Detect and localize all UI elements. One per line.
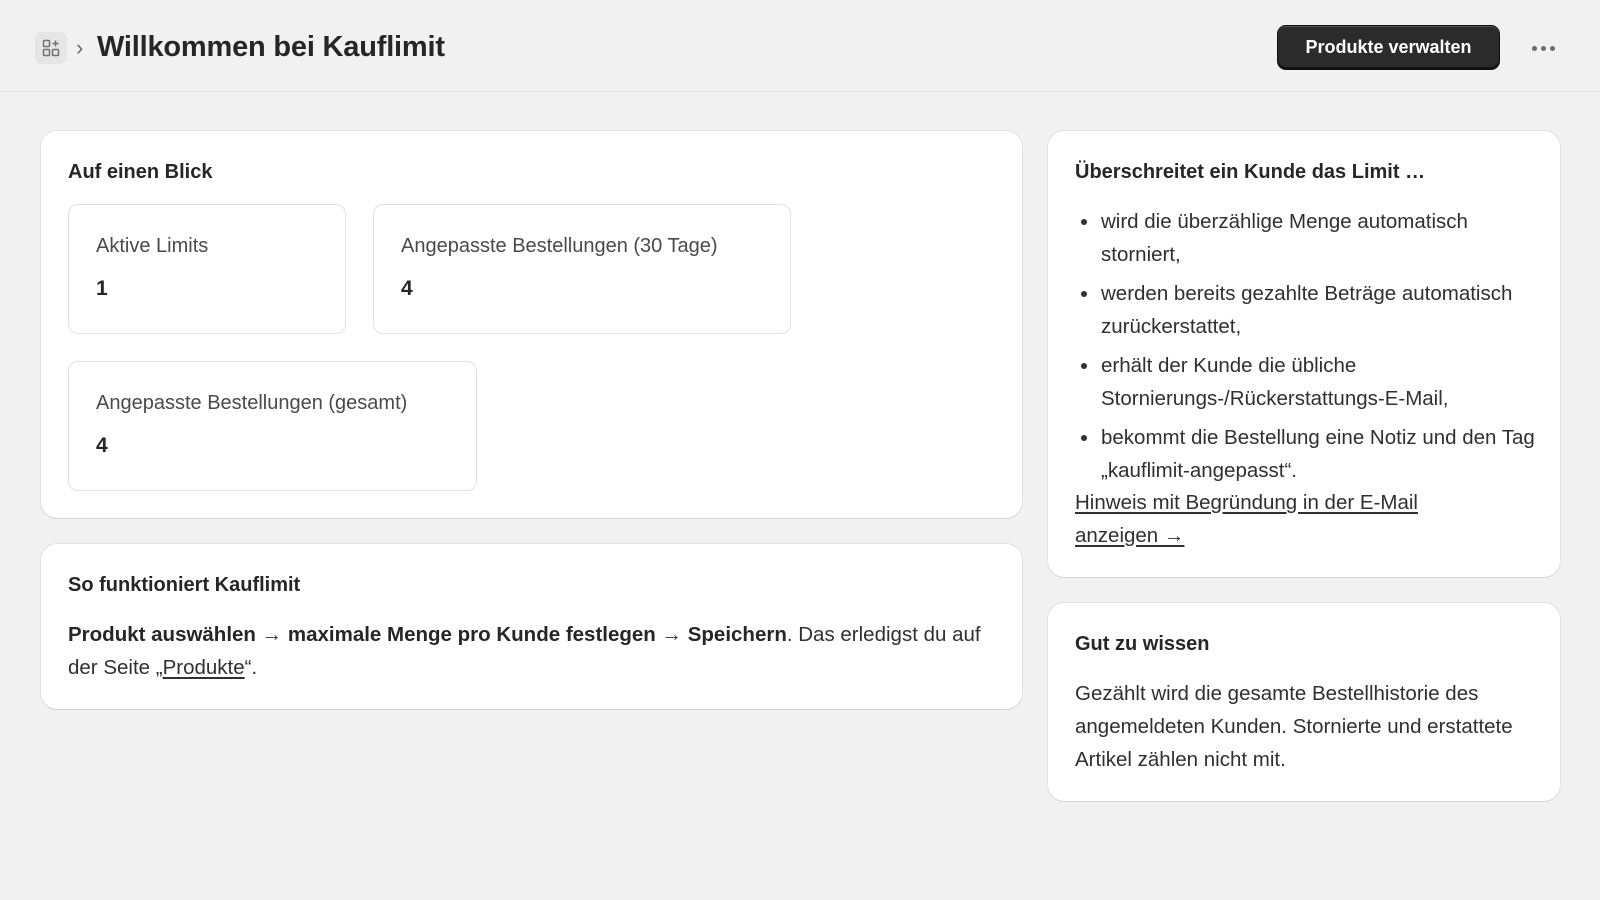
dot xyxy=(1549,45,1555,51)
apps-icon[interactable] xyxy=(35,32,67,64)
list-item: werden bereits gezahlte Beträge automati… xyxy=(1075,277,1535,343)
overview-title: Auf einen Blick xyxy=(68,161,213,183)
good-to-know-title: Gut zu wissen xyxy=(1075,633,1210,655)
good-to-know-text: Gezählt wird die gesamte Bestellhistorie… xyxy=(1075,682,1513,771)
page-title: Willkommen bei Kauflimit xyxy=(97,31,445,63)
how-it-works-title: So funktioniert Kauflimit xyxy=(68,574,301,596)
stat-adjusted-orders-30d: Angepasste Bestellungen (30 Tage) 4 xyxy=(373,204,791,334)
stat-label: Angepasste Bestellungen (30 Tage) xyxy=(401,235,718,257)
how-it-works-text: Produkt auswählen → maximale Menge pro K… xyxy=(68,618,998,684)
arrow: → xyxy=(261,623,283,646)
how-it-works-text-end: “. xyxy=(244,656,258,679)
stat-value: 4 xyxy=(96,434,108,457)
limit-exceeded-card: Überschreitet ein Kunde das Limit … wird… xyxy=(1048,131,1560,577)
dot xyxy=(1540,45,1546,51)
step-save: Speichern xyxy=(687,623,787,646)
stat-label: Angepasste Bestellungen (gesamt) xyxy=(96,392,408,414)
arrow: → xyxy=(661,623,683,646)
show-email-reason-link[interactable]: Hinweis mit Begründung in der E-Mail anz… xyxy=(1075,486,1505,552)
breadcrumb-chevron-icon: › xyxy=(76,35,84,60)
limit-exceeded-title: Überschreitet ein Kunde das Limit … xyxy=(1075,161,1426,183)
stat-active-limits: Aktive Limits 1 xyxy=(68,204,346,334)
limit-exceeded-list: wird die überzählige Menge automatisch s… xyxy=(1075,205,1535,493)
manage-products-button[interactable]: Produkte verwalten xyxy=(1277,25,1500,70)
products-page-link[interactable]: Produkte xyxy=(163,656,245,679)
stat-label: Aktive Limits xyxy=(96,235,209,257)
list-item: wird die überzählige Menge automatisch s… xyxy=(1075,205,1535,271)
top-bar: › Willkommen bei Kauflimit Produkte verw… xyxy=(0,0,1600,92)
list-item: erhält der Kunde die übliche Stornierung… xyxy=(1075,349,1535,415)
good-to-know-card: Gut zu wissen Gezählt wird die gesamte B… xyxy=(1048,603,1560,801)
step-set-max-quantity: maximale Menge pro Kunde festlegen xyxy=(287,623,656,646)
how-it-works-card: So funktioniert Kauflimit Produkt auswäh… xyxy=(41,544,1022,709)
list-item: bekommt die Bestellung eine Notiz und de… xyxy=(1075,421,1535,487)
more-actions-icon[interactable] xyxy=(1524,30,1562,66)
stat-value: 4 xyxy=(401,277,413,300)
overview-card: Auf einen Blick Aktive Limits 1 Angepass… xyxy=(41,131,1022,518)
stat-adjusted-orders-total: Angepasste Bestellungen (gesamt) 4 xyxy=(68,361,477,491)
apps-icon-glyph xyxy=(42,39,60,57)
dot xyxy=(1531,45,1537,51)
stat-value: 1 xyxy=(96,277,108,300)
step-select-product: Produkt auswählen xyxy=(68,623,256,646)
